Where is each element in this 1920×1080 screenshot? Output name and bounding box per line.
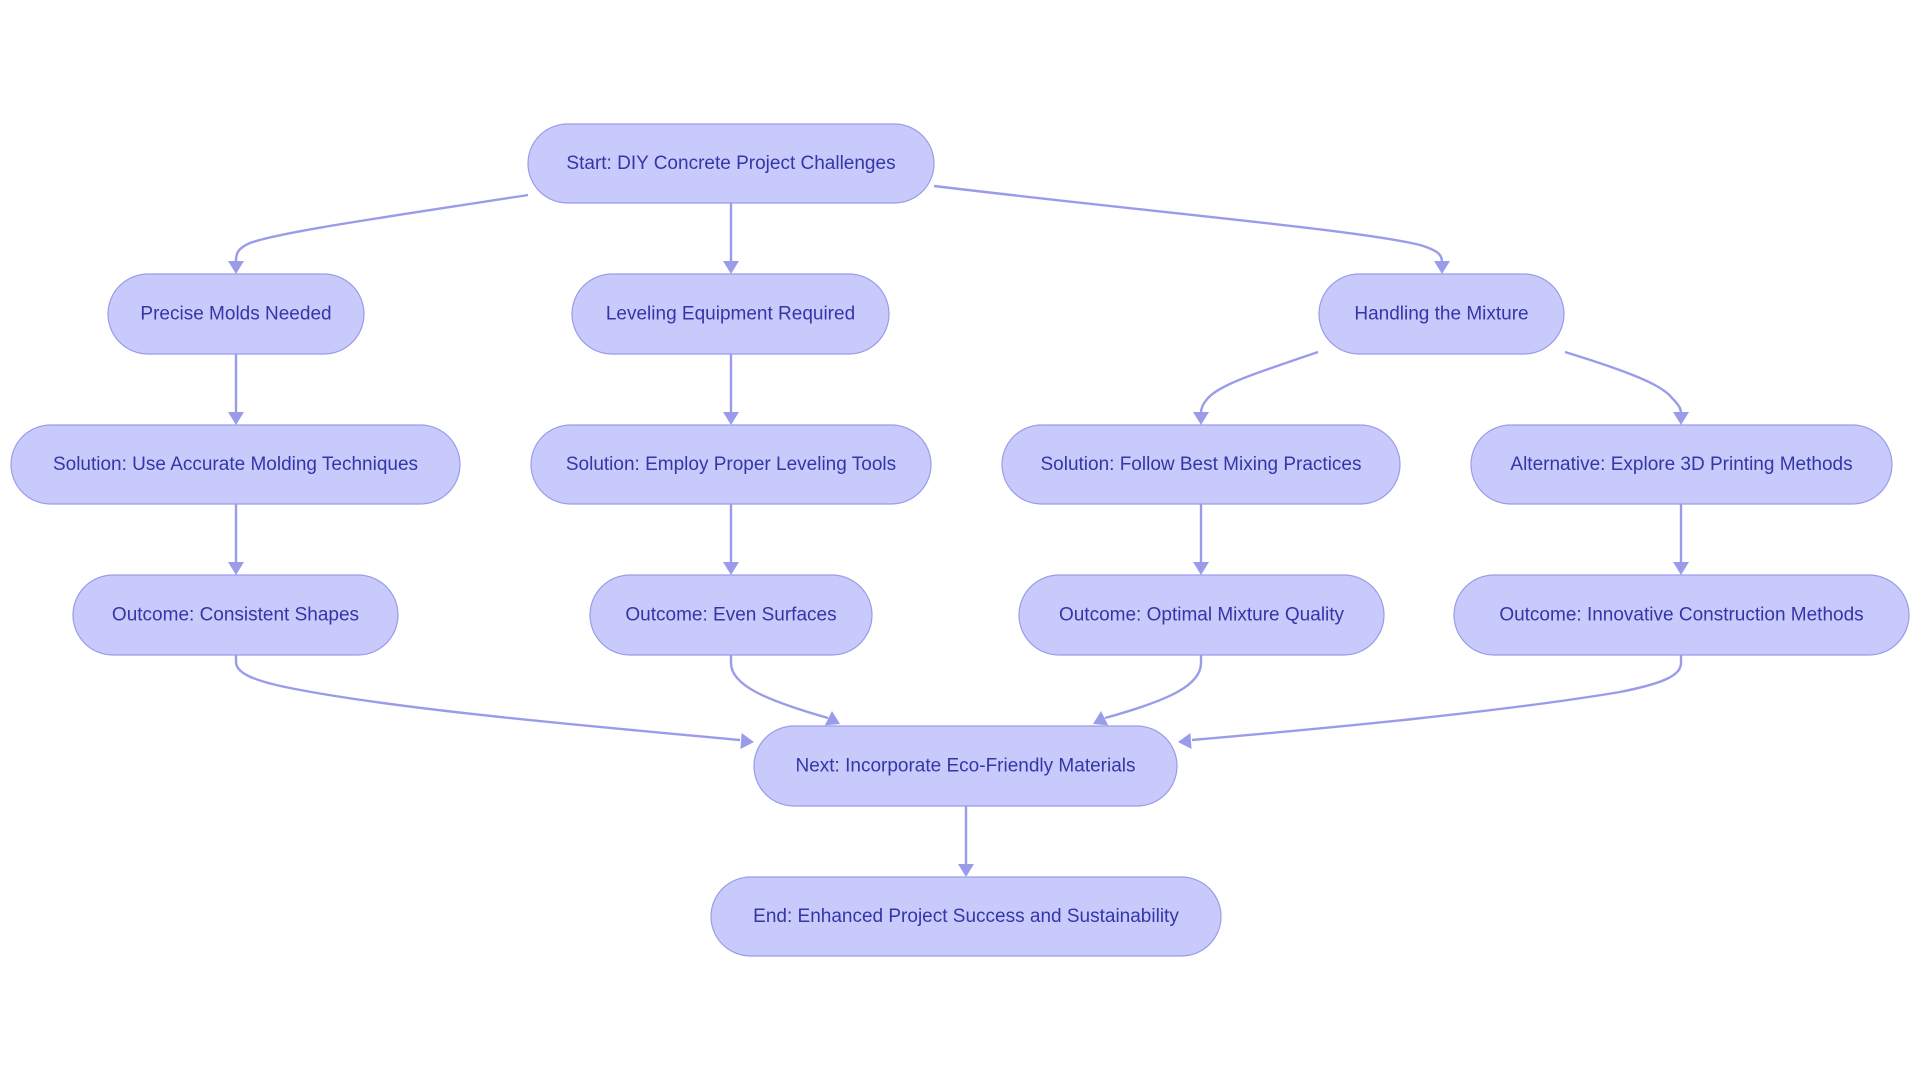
arrowhead-icon: [228, 562, 244, 575]
node-label: Alternative: Explore 3D Printing Methods: [1510, 454, 1852, 475]
arrowhead-icon: [1673, 412, 1689, 425]
node-mixture[interactable]: Handling the Mixture: [1318, 273, 1565, 355]
arrowhead-icon: [958, 864, 974, 877]
edge-line: [1104, 655, 1203, 720]
arrowhead-icon: [1434, 261, 1450, 274]
arrowhead-icon: [723, 412, 739, 425]
edge-out_innovative-to-next: [1178, 655, 1683, 750]
node-label: Precise Molds Needed: [140, 304, 331, 325]
arrowhead-icon: [1178, 733, 1192, 750]
arrowhead-icon: [723, 261, 739, 274]
node-alt-3d[interactable]: Alternative: Explore 3D Printing Methods: [1470, 424, 1893, 505]
node-leveling[interactable]: Leveling Equipment Required: [571, 273, 890, 355]
node-label: Leveling Equipment Required: [606, 304, 855, 325]
node-out-innovative[interactable]: Outcome: Innovative Construction Methods: [1453, 574, 1910, 656]
edge-line: [1191, 655, 1683, 742]
node-molds[interactable]: Precise Molds Needed: [107, 273, 365, 355]
arrowhead-icon: [1193, 562, 1209, 575]
edge-out_shapes-to-next: [234, 655, 754, 750]
edge-mixture-to-alt_3d: [1564, 350, 1689, 425]
node-label: Start: DIY Concrete Project Challenges: [566, 153, 895, 174]
edge-line: [234, 655, 741, 742]
arrowhead-icon: [1193, 412, 1209, 425]
node-next[interactable]: Next: Incorporate Eco-Friendly Materials: [753, 725, 1178, 807]
edge-mixture-to-sol_mixing: [1193, 350, 1319, 425]
edge-next-to-end: [958, 806, 974, 877]
node-label: Solution: Use Accurate Molding Technique…: [53, 454, 418, 475]
edge-line: [729, 655, 829, 720]
edge-out_mixture-to-next: [1093, 655, 1203, 726]
arrowhead-icon: [723, 562, 739, 575]
node-sol-leveling[interactable]: Solution: Employ Proper Leveling Tools: [530, 424, 932, 505]
flowchart-canvas: Start: DIY Concrete Project Challenges Pr…: [10, 123, 1910, 957]
node-label: Solution: Employ Proper Leveling Tools: [566, 454, 896, 475]
edge-alt_3d-to-out_innovative: [1673, 504, 1689, 575]
arrowhead-icon: [228, 261, 244, 274]
edge-line: [234, 193, 529, 263]
nodes-layer: Start: DIY Concrete Project Challenges Pr…: [10, 123, 1910, 957]
edge-sol_molding-to-out_shapes: [228, 504, 244, 575]
arrowhead-icon: [740, 733, 754, 750]
edge-sol_mixing-to-out_mixture: [1193, 504, 1209, 575]
edge-line: [933, 184, 1444, 263]
node-label: Next: Incorporate Eco-Friendly Materials: [795, 756, 1135, 777]
edge-leveling-to-sol_leveling: [723, 354, 739, 425]
node-label: Outcome: Innovative Construction Methods: [1499, 605, 1863, 626]
edge-molds-to-sol_molding: [228, 354, 244, 425]
node-label: Outcome: Optimal Mixture Quality: [1059, 605, 1345, 626]
edge-sol_leveling-to-out_surfaces: [723, 504, 739, 575]
edge-start-to-leveling: [723, 203, 739, 274]
node-sol-mixing[interactable]: Solution: Follow Best Mixing Practices: [1001, 424, 1401, 505]
node-label: Outcome: Even Surfaces: [625, 605, 836, 626]
node-start[interactable]: Start: DIY Concrete Project Challenges: [527, 123, 935, 204]
node-out-mixture[interactable]: Outcome: Optimal Mixture Quality: [1018, 574, 1385, 656]
edge-start-to-molds: [228, 193, 529, 274]
node-label: Handling the Mixture: [1354, 304, 1528, 325]
node-label: End: Enhanced Project Success and Sustai…: [753, 906, 1179, 927]
node-out-shapes[interactable]: Outcome: Consistent Shapes: [72, 574, 399, 656]
arrowhead-icon: [228, 412, 244, 425]
node-out-surfaces[interactable]: Outcome: Even Surfaces: [589, 574, 873, 656]
node-label: Solution: Follow Best Mixing Practices: [1040, 454, 1361, 475]
arrowhead-icon: [1673, 562, 1689, 575]
node-sol-molding[interactable]: Solution: Use Accurate Molding Technique…: [10, 424, 461, 505]
edge-start-to-mixture: [933, 184, 1450, 274]
edge-out_surfaces-to-next: [729, 655, 840, 726]
node-end[interactable]: End: Enhanced Project Success and Sustai…: [710, 876, 1222, 957]
edge-line: [1564, 350, 1683, 414]
node-label: Outcome: Consistent Shapes: [112, 605, 359, 626]
edge-line: [1199, 350, 1319, 414]
